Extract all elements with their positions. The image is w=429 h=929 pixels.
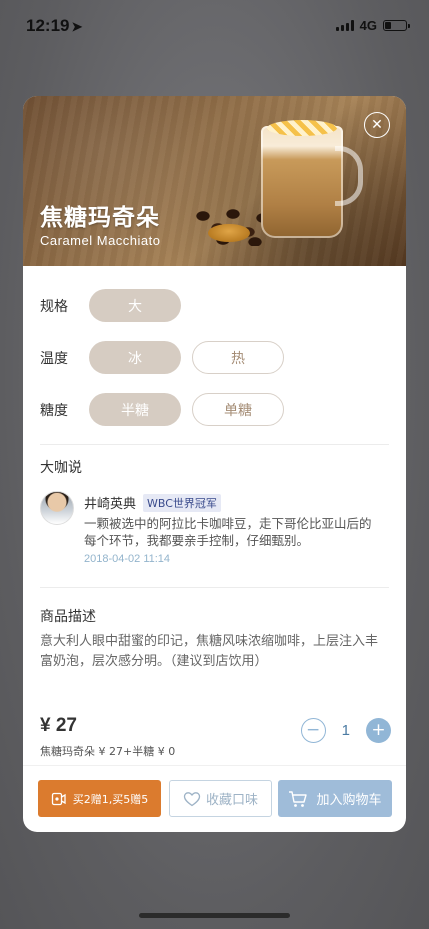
size-option-large[interactable]: 大 (89, 289, 181, 322)
add-to-cart-button[interactable]: 加入购物车 (278, 780, 392, 817)
option-label: 糖度 (40, 402, 68, 419)
signal-icon (335, 20, 354, 31)
status-time: 12:19 ➤ (26, 16, 82, 36)
battery-icon (383, 20, 410, 31)
cart-icon (289, 790, 308, 807)
options-panel: 规格 大 温度 冰 热 糖度 半糖 单糖 (23, 266, 406, 427)
network-type: 4G (359, 18, 377, 33)
promotion-label: 买2赠1,买5赠5 (72, 792, 149, 806)
price-detail: 焦糖玛奇朵 ¥ 27+半糖 ¥ 0 (40, 745, 176, 758)
product-detail-modal: 焦糖玛奇朵 Caramel Macchiato ✕ 规格 大 温度 冰 热 糖度… (23, 96, 406, 832)
option-row-temperature: 温度 冰 热 (40, 340, 389, 375)
action-bar: 买2赠1,买5赠5 收藏口味 加入购物车 (23, 765, 406, 832)
review-text: 一颗被选中的阿拉比卡咖啡豆，走下哥伦比亚山后的每个环节，我都要亲手控制，仔细甄别… (84, 516, 372, 548)
caramel-spoon-image (208, 224, 250, 242)
option-label: 规格 (40, 298, 68, 315)
option-row-sweetness: 糖度 半糖 单糖 (40, 392, 389, 427)
description-title: 商品描述 (40, 609, 96, 625)
quantity-stepper: − 1 + (300, 718, 391, 743)
review-section-title: 大咖说 (40, 460, 82, 476)
clock-text: 12:19 (26, 16, 70, 35)
temperature-option-iced[interactable]: 冰 (89, 341, 181, 374)
product-name-en: Caramel Macchiato (40, 233, 161, 248)
option-row-size: 规格 大 (40, 288, 389, 323)
option-label: 温度 (40, 350, 68, 367)
reviewer-badge: WBC世界冠军 (143, 493, 221, 512)
reviewer-name: 井崎英典 (84, 497, 137, 512)
coupon-icon (51, 792, 66, 805)
sweetness-option-half[interactable]: 半糖 (89, 393, 181, 426)
avatar (40, 491, 74, 525)
product-hero-image: 焦糖玛奇朵 Caramel Macchiato ✕ (23, 96, 406, 266)
close-icon: ✕ (371, 117, 383, 133)
close-button[interactable]: ✕ (364, 112, 390, 138)
promotion-button[interactable]: 买2赠1,买5赠5 (38, 780, 161, 817)
increase-quantity-button[interactable]: + (366, 718, 391, 743)
review-item: 井崎英典 WBC世界冠军 一颗被选中的阿拉比卡咖啡豆，走下哥伦比亚山后的每个环节… (40, 491, 389, 565)
coffee-cup-image (261, 120, 343, 238)
price-area: ¥ 27 焦糖玛奇朵 ¥ 27+半糖 ¥ 0 − 1 + (23, 701, 406, 763)
favorite-label: 收藏口味 (205, 793, 258, 808)
temperature-option-hot[interactable]: 热 (192, 341, 284, 374)
decrease-quantity-button[interactable]: − (300, 718, 326, 743)
add-to-cart-label: 加入购物车 (316, 793, 382, 808)
description-text: 意大利人眼中甜蜜的印记，焦糖风味浓缩咖啡，上层注入丰富奶泡，层次感分明。（建议到… (40, 634, 379, 669)
sweetness-option-single[interactable]: 单糖 (192, 393, 284, 426)
review-date: 2018-04-02 11:14 (84, 553, 171, 565)
description-section: 商品描述 意大利人眼中甜蜜的印记，焦糖风味浓缩咖啡，上层注入丰富奶泡，层次感分明… (23, 588, 406, 672)
quantity-value: 1 (341, 722, 350, 739)
home-indicator[interactable] (139, 913, 290, 918)
status-indicators: 4G (335, 18, 410, 33)
plus-icon: + (371, 720, 386, 740)
minus-icon: − (306, 720, 321, 740)
location-arrow-icon: ➤ (71, 19, 83, 34)
product-name-cn: 焦糖玛奇朵 (40, 205, 160, 231)
favorite-button[interactable]: 收藏口味 (169, 780, 272, 817)
review-section: 大咖说 井崎英典 WBC世界冠军 一颗被选中的阿拉比卡咖啡豆，走下哥伦比亚山后的… (23, 445, 406, 565)
heart-icon (183, 791, 201, 806)
status-bar: 12:19 ➤ 4G (0, 0, 429, 50)
